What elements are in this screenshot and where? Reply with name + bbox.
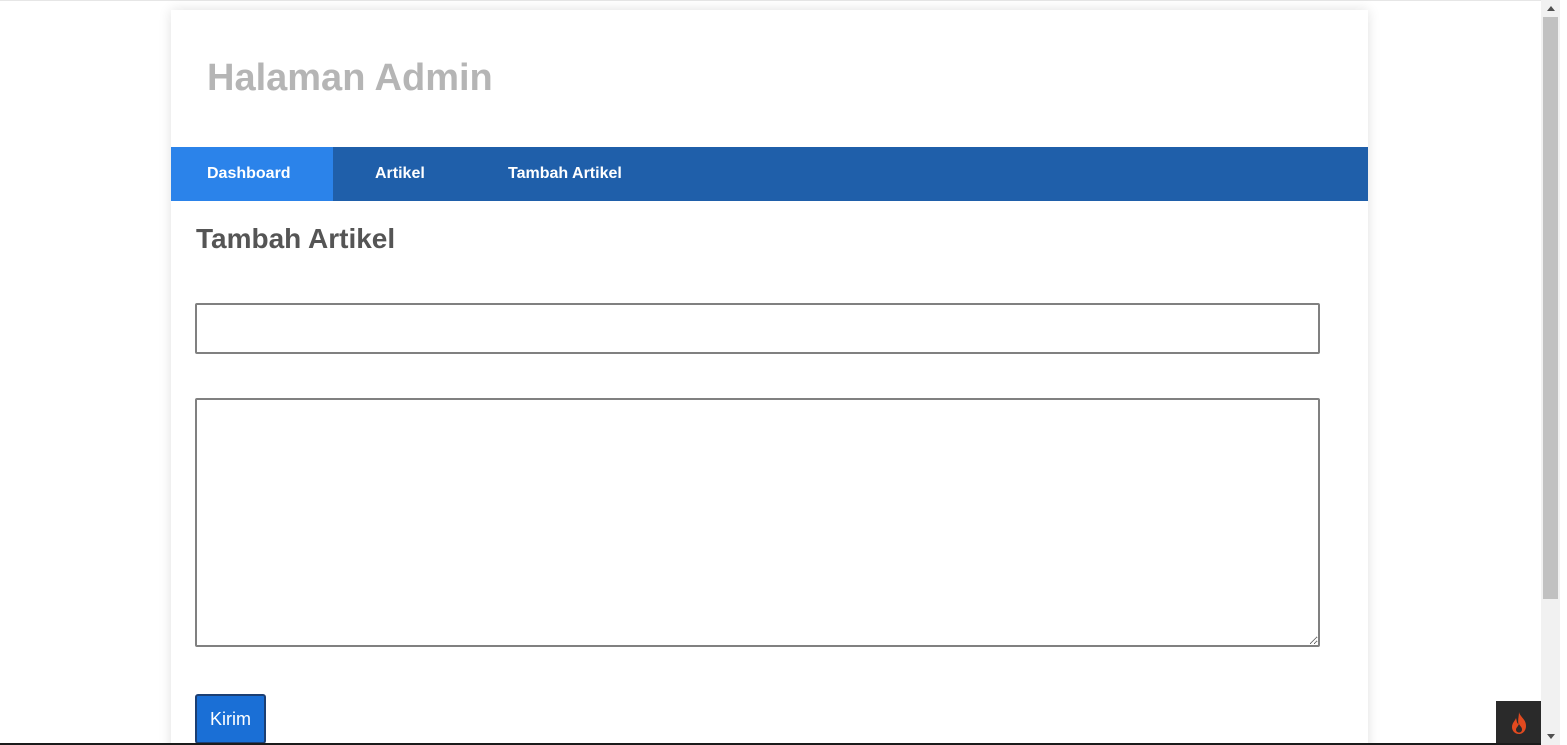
top-border [0, 0, 1541, 1]
section-heading: Tambah Artikel [196, 223, 396, 254]
codeigniter-flame-icon [1511, 712, 1526, 734]
nav-item-artikel[interactable]: Artikel [333, 147, 465, 201]
right-gutter [1560, 0, 1567, 745]
scroll-down-arrow-icon[interactable] [1541, 728, 1560, 745]
article-content-textarea[interactable] [195, 398, 1320, 647]
article-title-input[interactable] [195, 303, 1320, 354]
site-title: Halaman Admin [207, 57, 493, 99]
scroll-up-arrow-icon[interactable] [1541, 0, 1560, 17]
vertical-scrollbar[interactable] [1541, 0, 1560, 745]
main-navigation: Dashboard Artikel Tambah Artikel [171, 147, 1368, 201]
nav-item-dashboard[interactable]: Dashboard [171, 147, 333, 201]
debug-toolbar-button[interactable] [1496, 701, 1541, 745]
admin-container: Halaman Admin Dashboard Artikel Tambah A… [171, 10, 1368, 745]
submit-button[interactable]: Kirim [195, 694, 266, 744]
browser-viewport: Halaman Admin Dashboard Artikel Tambah A… [0, 0, 1567, 745]
scrollbar-thumb[interactable] [1543, 17, 1558, 599]
nav-item-tambah-artikel[interactable]: Tambah Artikel [465, 147, 658, 201]
page-header: Halaman Admin [171, 10, 1368, 147]
